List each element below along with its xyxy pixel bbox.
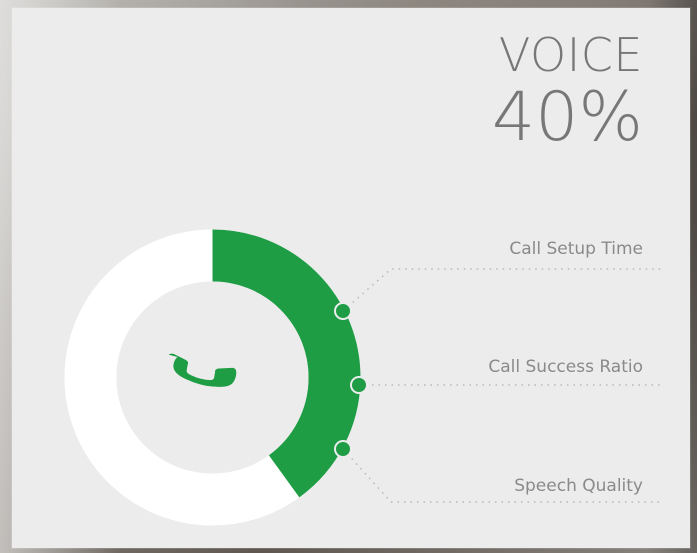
voice-card: VOICE 40% Call Setup Time Call Success R… bbox=[12, 8, 690, 548]
ring-center bbox=[116, 281, 309, 474]
voice-title: VOICE bbox=[498, 28, 643, 82]
metric-label-speech-quality: Speech Quality bbox=[514, 476, 643, 496]
connector-call-setup-time bbox=[342, 268, 662, 312]
metric-label-call-success-ratio: Call Success Ratio bbox=[488, 357, 643, 377]
metric-label-call-setup-time: Call Setup Time bbox=[509, 239, 643, 259]
voice-progress-ring bbox=[64, 229, 361, 526]
voice-percentage: 40% bbox=[491, 78, 643, 157]
title-block: VOICE 40% bbox=[492, 32, 643, 152]
